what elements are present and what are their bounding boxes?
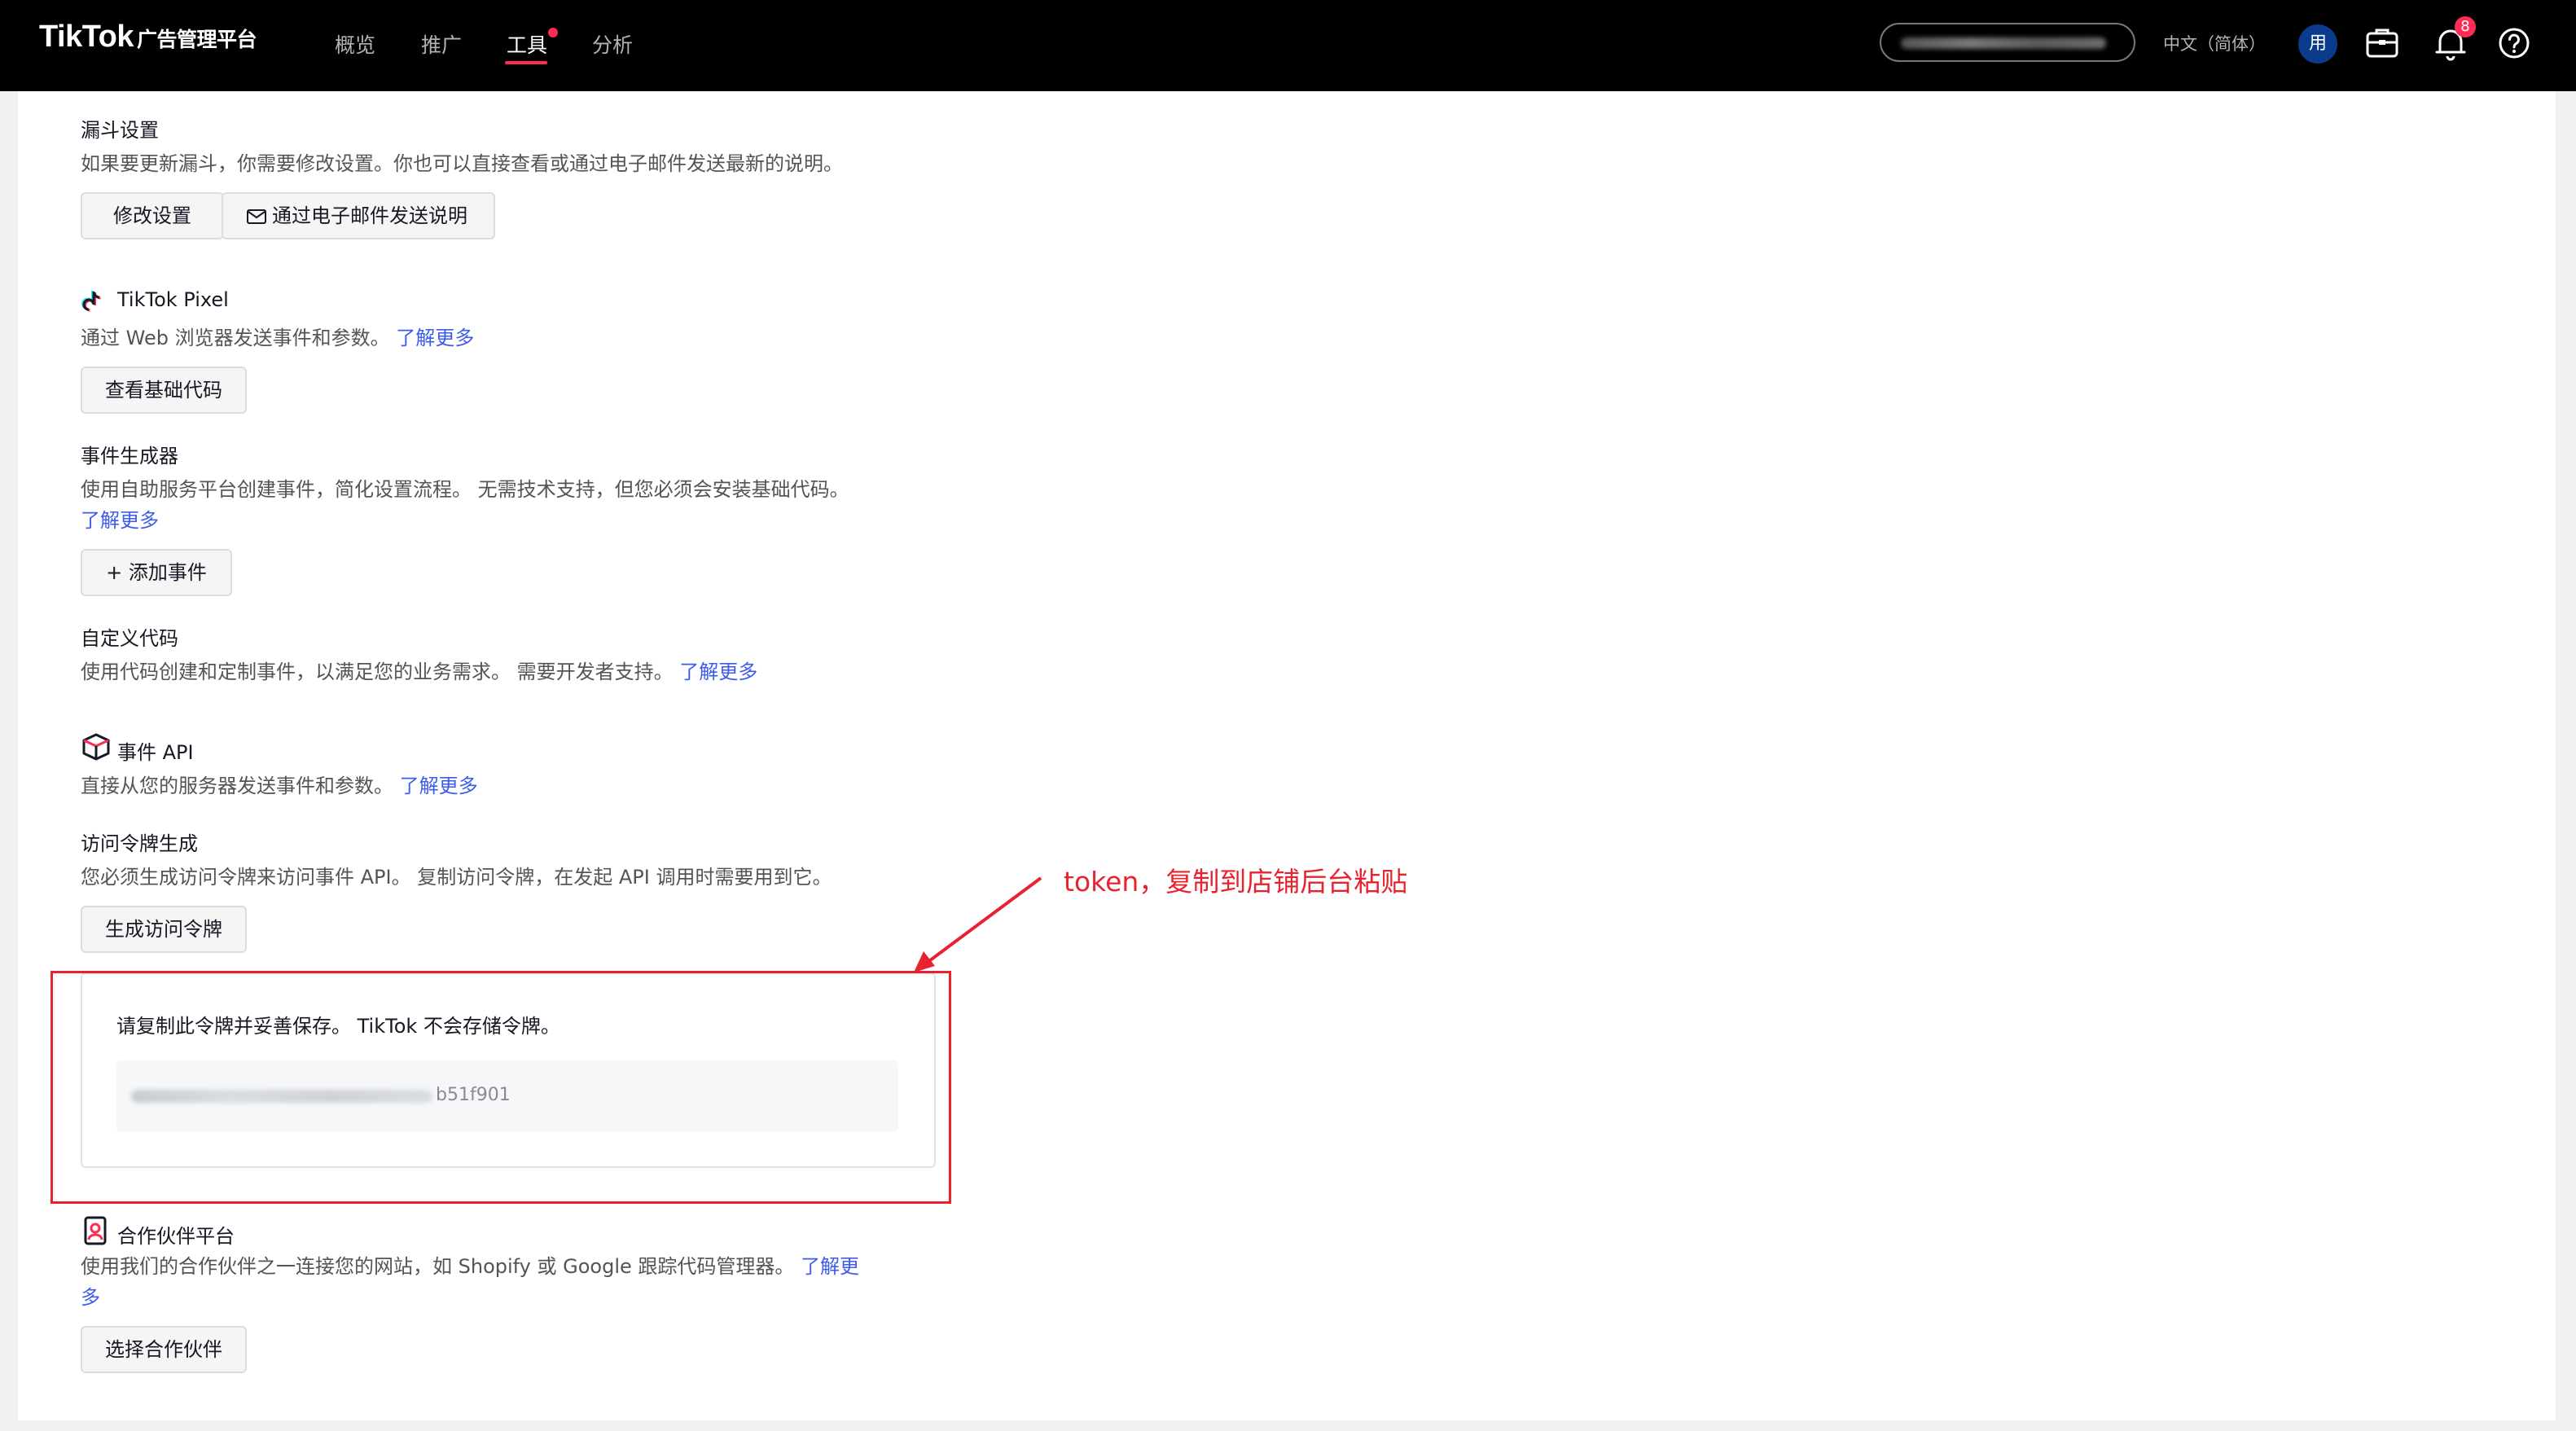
language-selector[interactable]: 中文（简体） [2163,31,2266,55]
nav-campaign[interactable]: 推广 [421,29,462,59]
view-base-code-button[interactable]: 查看基础代码 [81,367,247,414]
access-token-title: 访问令牌生成 [81,832,198,855]
token-highlight-frame [50,971,951,1204]
event-builder-description: 使用自助服务平台创建事件，简化设置流程。 无需技术支持，但您必须会安装基础代码。 [81,478,849,501]
events-api-title: 事件 API [117,741,194,764]
custom-code-learn-more-link[interactable]: 了解更多 [679,661,757,683]
select-partner-button[interactable]: 选择合作伙伴 [81,1326,247,1373]
logo-main-text: TikTok [39,20,134,54]
mail-icon [247,209,266,224]
notification-count-badge: 8 [2455,16,2476,37]
partner-learn-more-link[interactable]: 了解更 [801,1255,859,1278]
email-instructions-label: 通过电子邮件发送说明 [272,204,467,227]
tiktok-pixel-icon [81,290,101,312]
custom-code-description: 使用代码创建和定制事件，以满足您的业务需求。 需要开发者支持。 了解更多 [81,661,758,683]
generate-access-token-button[interactable]: 生成访问令牌 [81,906,247,953]
annotation-note: token，复制到店铺后台粘贴 [1064,866,1408,898]
account-selector[interactable] [1880,23,2135,62]
nav-tools-notification-dot [548,28,558,37]
tiktok-pixel-title: TikTok Pixel [117,288,229,311]
top-navigation-bar: TikTok 广告管理平台 概览 推广 工具 分析 中文（简体） 用 8 [0,0,2576,91]
events-api-description: 直接从您的服务器发送事件和参数。 了解更多 [81,775,478,797]
events-api-learn-more-link[interactable]: 了解更多 [400,775,478,797]
nav-analytics[interactable]: 分析 [592,29,633,59]
help-icon[interactable] [2494,23,2534,64]
email-instructions-button[interactable]: 通过电子邮件发送说明 [222,192,495,239]
funnel-settings-description: 如果要更新漏斗，你需要修改设置。你也可以直接查看或通过电子邮件发送最新的说明。 [81,152,843,175]
logo-sub-text: 广告管理平台 [136,28,257,51]
briefcase-icon[interactable] [2362,23,2403,64]
partner-platform-icon [84,1216,107,1245]
modify-settings-button[interactable]: 修改设置 [81,192,224,239]
nav-overview[interactable]: 概览 [335,29,375,59]
nav-active-underline [505,61,547,64]
avatar[interactable]: 用 [2298,24,2337,64]
custom-code-title: 自定义代码 [81,627,178,650]
nav-tools[interactable]: 工具 [507,29,547,59]
add-event-button[interactable]: + 添加事件 [81,549,232,596]
partner-learn-more-link-wrap[interactable]: 多 [81,1282,100,1313]
annotation-arrow [914,876,1042,972]
funnel-settings-title: 漏斗设置 [81,119,159,142]
account-name-redacted [1901,37,2106,49]
content-panel: 漏斗设置 如果要更新漏斗，你需要修改设置。你也可以直接查看或通过电子邮件发送最新… [18,91,2556,1420]
event-builder-title: 事件生成器 [81,445,178,467]
access-token-description: 您必须生成访问令牌来访问事件 API。 复制访问令牌，在发起 API 调用时需要… [81,866,832,889]
events-api-cube-icon [82,733,110,761]
tiktok-ads-logo[interactable]: TikTok 广告管理平台 [39,20,257,55]
partner-platform-title: 合作伙伴平台 [117,1225,235,1248]
event-builder-learn-more-link[interactable]: 了解更多 [81,505,159,536]
partner-platform-description: 使用我们的合作伙伴之一连接您的网站，如 Shopify 或 Google 跟踪代… [81,1255,860,1278]
pixel-learn-more-link[interactable]: 了解更多 [396,327,474,349]
tiktok-pixel-description: 通过 Web 浏览器发送事件和参数。 了解更多 [81,327,475,349]
